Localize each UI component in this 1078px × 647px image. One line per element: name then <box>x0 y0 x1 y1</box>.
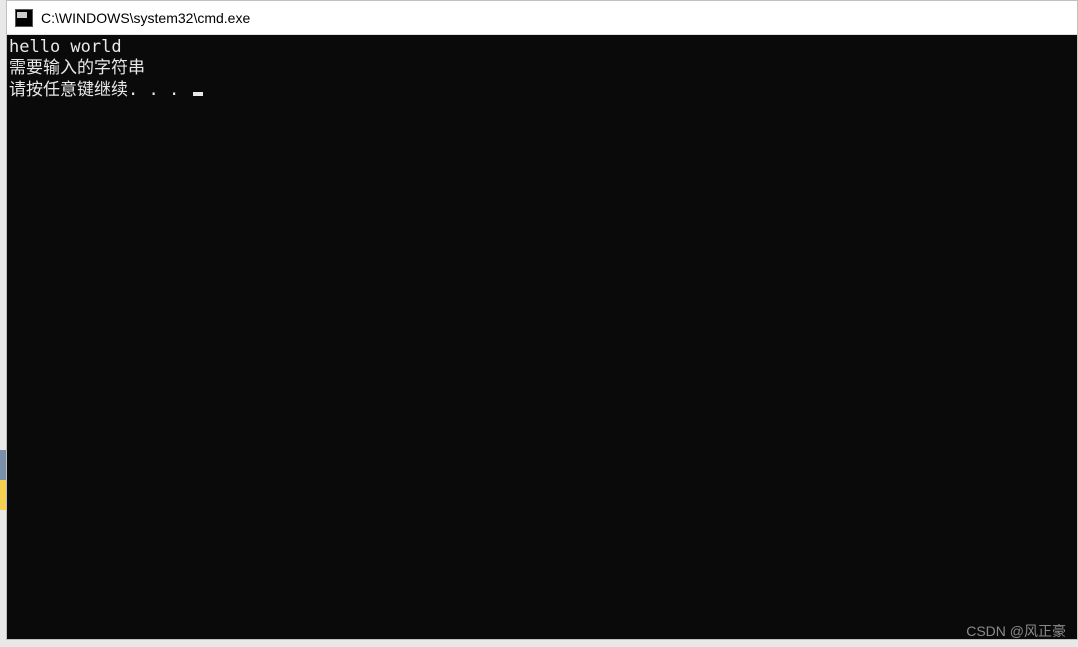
terminal-area[interactable]: hello world需要输入的字符串请按任意键继续. . . <box>7 35 1077 639</box>
cursor <box>193 92 203 96</box>
window-title: C:\WINDOWS\system32\cmd.exe <box>41 10 250 26</box>
cmd-window: C:\WINDOWS\system32\cmd.exe hello world需… <box>6 0 1078 640</box>
window-titlebar[interactable]: C:\WINDOWS\system32\cmd.exe <box>7 1 1077 35</box>
terminal-line: 需要输入的字符串 <box>9 58 1075 79</box>
terminal-text: 请按任意键继续. . . <box>9 80 189 100</box>
watermark: CSDN @风正豪 <box>966 621 1066 641</box>
cmd-icon <box>15 9 33 27</box>
terminal-line: hello world <box>9 37 1075 58</box>
terminal-line: 请按任意键继续. . . <box>9 80 1075 101</box>
